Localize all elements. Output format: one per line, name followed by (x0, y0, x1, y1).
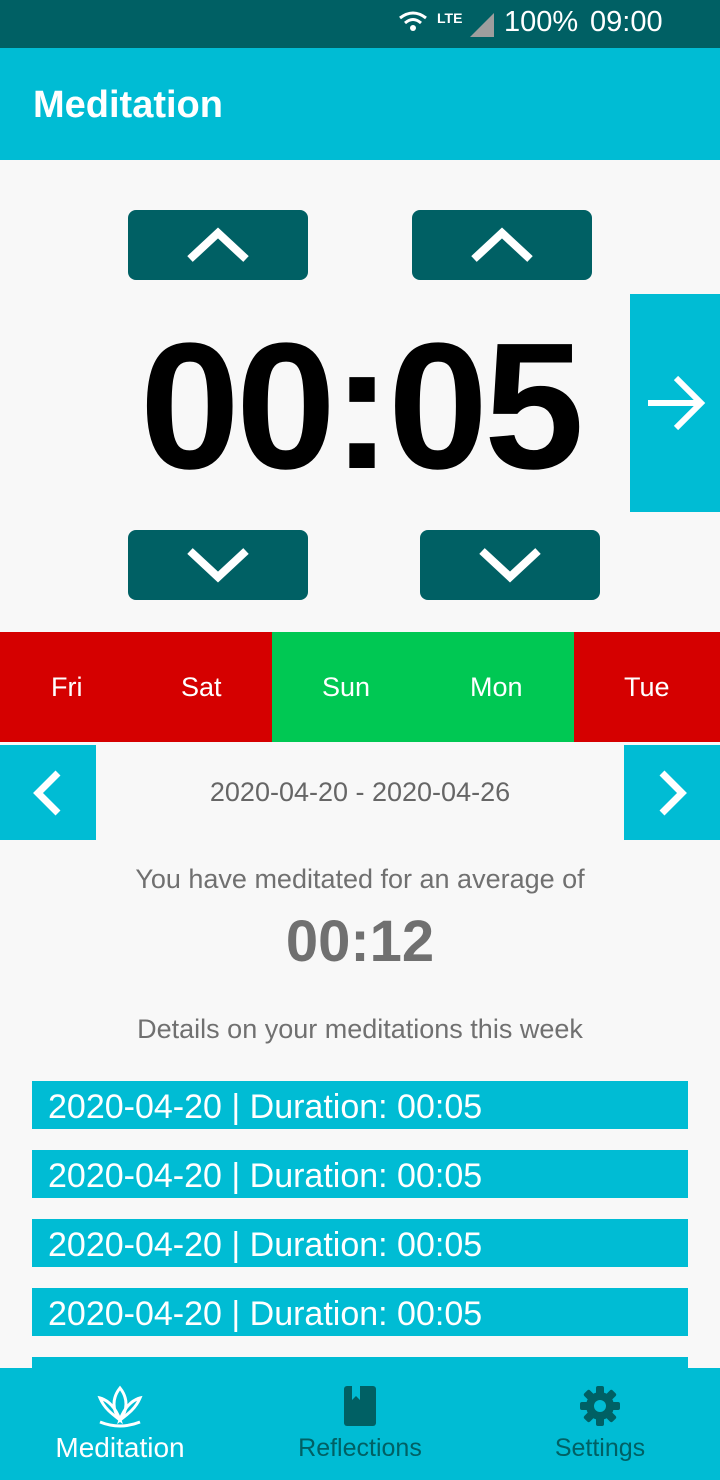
day-label: Fri (51, 672, 83, 702)
network-type: LTE (437, 10, 463, 26)
nav-label: Reflections (298, 1434, 422, 1462)
bottom-navigation: Meditation Reflections Settings (0, 1368, 720, 1480)
next-week-button[interactable] (624, 745, 720, 840)
minutes-up-button[interactable] (128, 210, 308, 280)
chevron-up-icon (187, 227, 249, 262)
week-range: 2020-04-20 - 2020-04-26 (209, 777, 511, 807)
day-sat[interactable]: Sat (136, 632, 272, 742)
chevron-up-icon (471, 227, 533, 262)
day-mon[interactable]: Mon (423, 632, 574, 742)
average-value: 00:12 (285, 909, 435, 974)
lotus-icon (97, 1385, 143, 1428)
day-label: Tue (624, 672, 670, 702)
day-label: Sat (181, 672, 222, 702)
nav-meditation[interactable]: Meditation (0, 1368, 240, 1480)
day-label: Mon (470, 672, 523, 702)
chevron-left-icon (33, 770, 61, 815)
page-title: Meditation (33, 84, 223, 126)
signal-icon (470, 13, 494, 37)
nav-label: Meditation (55, 1432, 185, 1463)
seconds-up-button[interactable] (412, 210, 592, 280)
chevron-right-icon (659, 770, 687, 815)
previous-week-button[interactable] (0, 745, 96, 840)
arrow-right-icon (648, 375, 706, 431)
day-sun[interactable]: Sun (272, 632, 423, 742)
day-tue[interactable]: Tue (574, 632, 720, 742)
list-item-partial[interactable] (32, 1357, 688, 1368)
nav-label: Settings (554, 1434, 646, 1462)
day-label: Sun (322, 672, 371, 702)
minutes-down-button[interactable] (128, 530, 308, 600)
list-item[interactable]: 2020-04-20 | Duration: 00:05 (32, 1219, 688, 1267)
nav-reflections[interactable]: Reflections (240, 1368, 480, 1480)
list-item[interactable]: 2020-04-20 | Duration: 00:05 (32, 1081, 688, 1129)
list-item[interactable]: 2020-04-20 | Duration: 00:05 (32, 1150, 688, 1198)
status-bar: LTE 100% 09:00 (0, 0, 720, 48)
seconds-down-button[interactable] (420, 530, 600, 600)
app-bar: Meditation (0, 48, 720, 160)
average-label: You have meditated for an average of (135, 864, 585, 894)
week-days-strip: Fri Sat Sun Mon Tue (0, 632, 720, 742)
battery-level: 100% (504, 6, 579, 38)
day-fri[interactable]: Fri (0, 632, 136, 742)
timer-display: 00:05 (139, 306, 584, 507)
details-label: Details on your meditations this week (137, 1014, 583, 1044)
wifi-icon (399, 11, 427, 31)
gear-icon (580, 1386, 620, 1426)
book-icon (344, 1386, 376, 1426)
start-meditation-button[interactable] (630, 294, 720, 512)
status-time: 09:00 (590, 6, 663, 38)
chevron-down-icon (187, 548, 249, 583)
list-item[interactable]: 2020-04-20 | Duration: 00:05 (32, 1288, 688, 1336)
nav-settings[interactable]: Settings (480, 1368, 720, 1480)
chevron-down-icon (479, 548, 541, 583)
